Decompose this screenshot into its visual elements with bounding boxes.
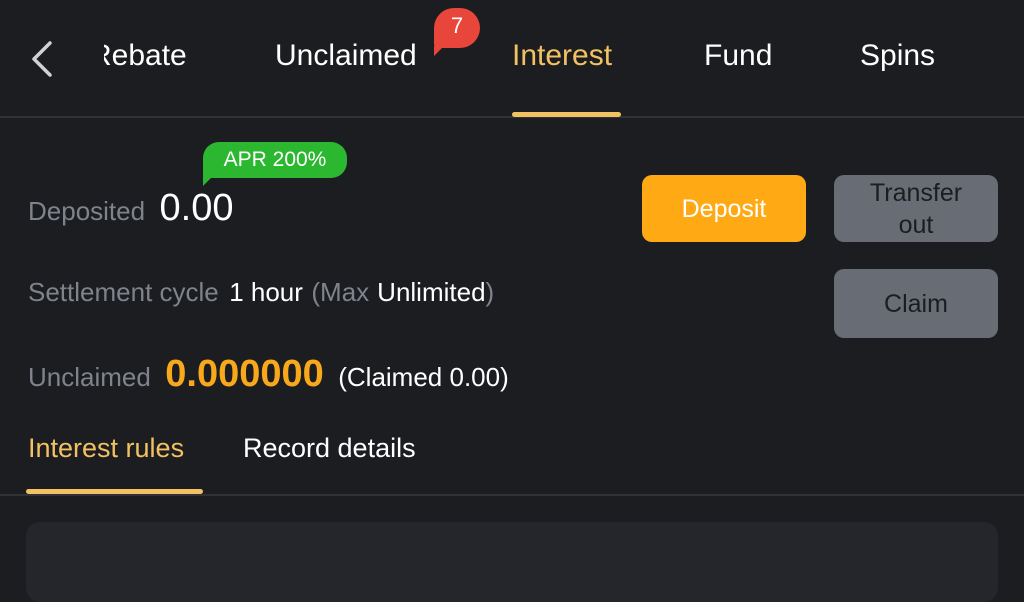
claimed-text: (Claimed 0.00): [338, 362, 509, 392]
tab-interest[interactable]: Interest: [512, 36, 612, 76]
deposit-button[interactable]: Deposit: [642, 175, 806, 242]
tab-unclaimed[interactable]: Unclaimed: [275, 36, 417, 76]
claim-button[interactable]: Claim: [834, 269, 998, 338]
tab-rebate[interactable]: Rebate: [104, 36, 187, 76]
max-open: (Max: [311, 277, 370, 307]
top-nav-bar: Rebate Unclaimed 7 Interest Fund Spins: [0, 0, 1024, 118]
deposited-value: 0.00: [159, 187, 234, 229]
tab-fund[interactable]: Fund: [704, 36, 772, 76]
deposited-row: Deposited 0.00: [28, 184, 234, 232]
subtab-interest-rules[interactable]: Interest rules: [28, 430, 184, 466]
apr-badge: APR 200%: [203, 142, 347, 186]
claim-button-label: Claim: [884, 289, 948, 318]
settlement-row: Settlement cycle 1 hour (Max Unlimited): [28, 272, 494, 312]
deposited-label: Deposited: [28, 196, 146, 226]
active-tab-indicator: [512, 112, 621, 117]
tab-spins[interactable]: Spins: [860, 36, 935, 76]
transfer-out-line1: Transfer: [869, 178, 963, 207]
sub-tabs: Interest rules Record details: [0, 420, 1024, 496]
settlement-label: Settlement cycle: [28, 277, 219, 307]
unclaimed-count-badge: 7: [434, 8, 480, 56]
deposit-button-label: Deposit: [681, 194, 767, 223]
content-panel: [26, 522, 998, 602]
tab-rebate-clip: Rebate: [104, 36, 204, 76]
unclaimed-value: 0.000000: [165, 353, 324, 395]
transfer-out-button[interactable]: Transfer out: [834, 175, 998, 242]
transfer-out-label: Transfer out: [870, 177, 962, 241]
subtab-record-details[interactable]: Record details: [243, 430, 416, 466]
category-tabs: Rebate Unclaimed 7 Interest Fund Spins: [0, 0, 1024, 118]
unclaimed-row: Unclaimed 0.000000 (Claimed 0.00): [28, 350, 509, 398]
unclaimed-label: Unclaimed: [28, 362, 151, 392]
max-value: Unlimited: [377, 277, 486, 307]
active-subtab-indicator: [26, 489, 203, 494]
transfer-out-line2: out: [898, 210, 934, 239]
max-close: ): [485, 277, 495, 307]
settlement-value: 1 hour: [229, 277, 303, 307]
